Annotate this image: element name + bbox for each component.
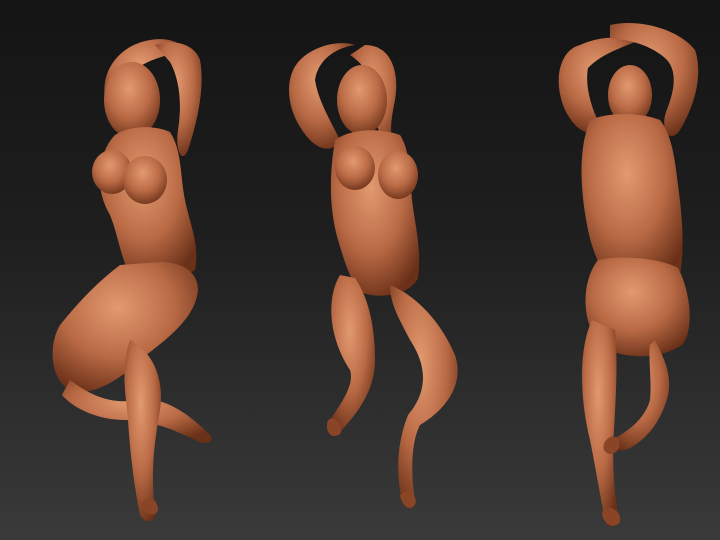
head xyxy=(337,65,387,135)
right-leg xyxy=(390,285,458,509)
render-viewport xyxy=(0,0,720,540)
chest-right xyxy=(123,156,167,204)
front-view xyxy=(240,0,490,540)
left-leg xyxy=(328,275,375,434)
head xyxy=(104,62,160,138)
three-quarter-front-view xyxy=(0,0,240,540)
right-leg xyxy=(610,340,670,451)
left-foot xyxy=(602,507,621,526)
back-view xyxy=(490,0,720,540)
left-leg xyxy=(582,320,619,527)
sculpt-figure-left xyxy=(52,39,212,522)
right-leg xyxy=(124,340,161,522)
chest-right xyxy=(378,151,418,199)
sculpt-figure-center xyxy=(288,43,458,509)
chest-left xyxy=(335,146,375,190)
sculpt-figure-right xyxy=(558,22,699,527)
